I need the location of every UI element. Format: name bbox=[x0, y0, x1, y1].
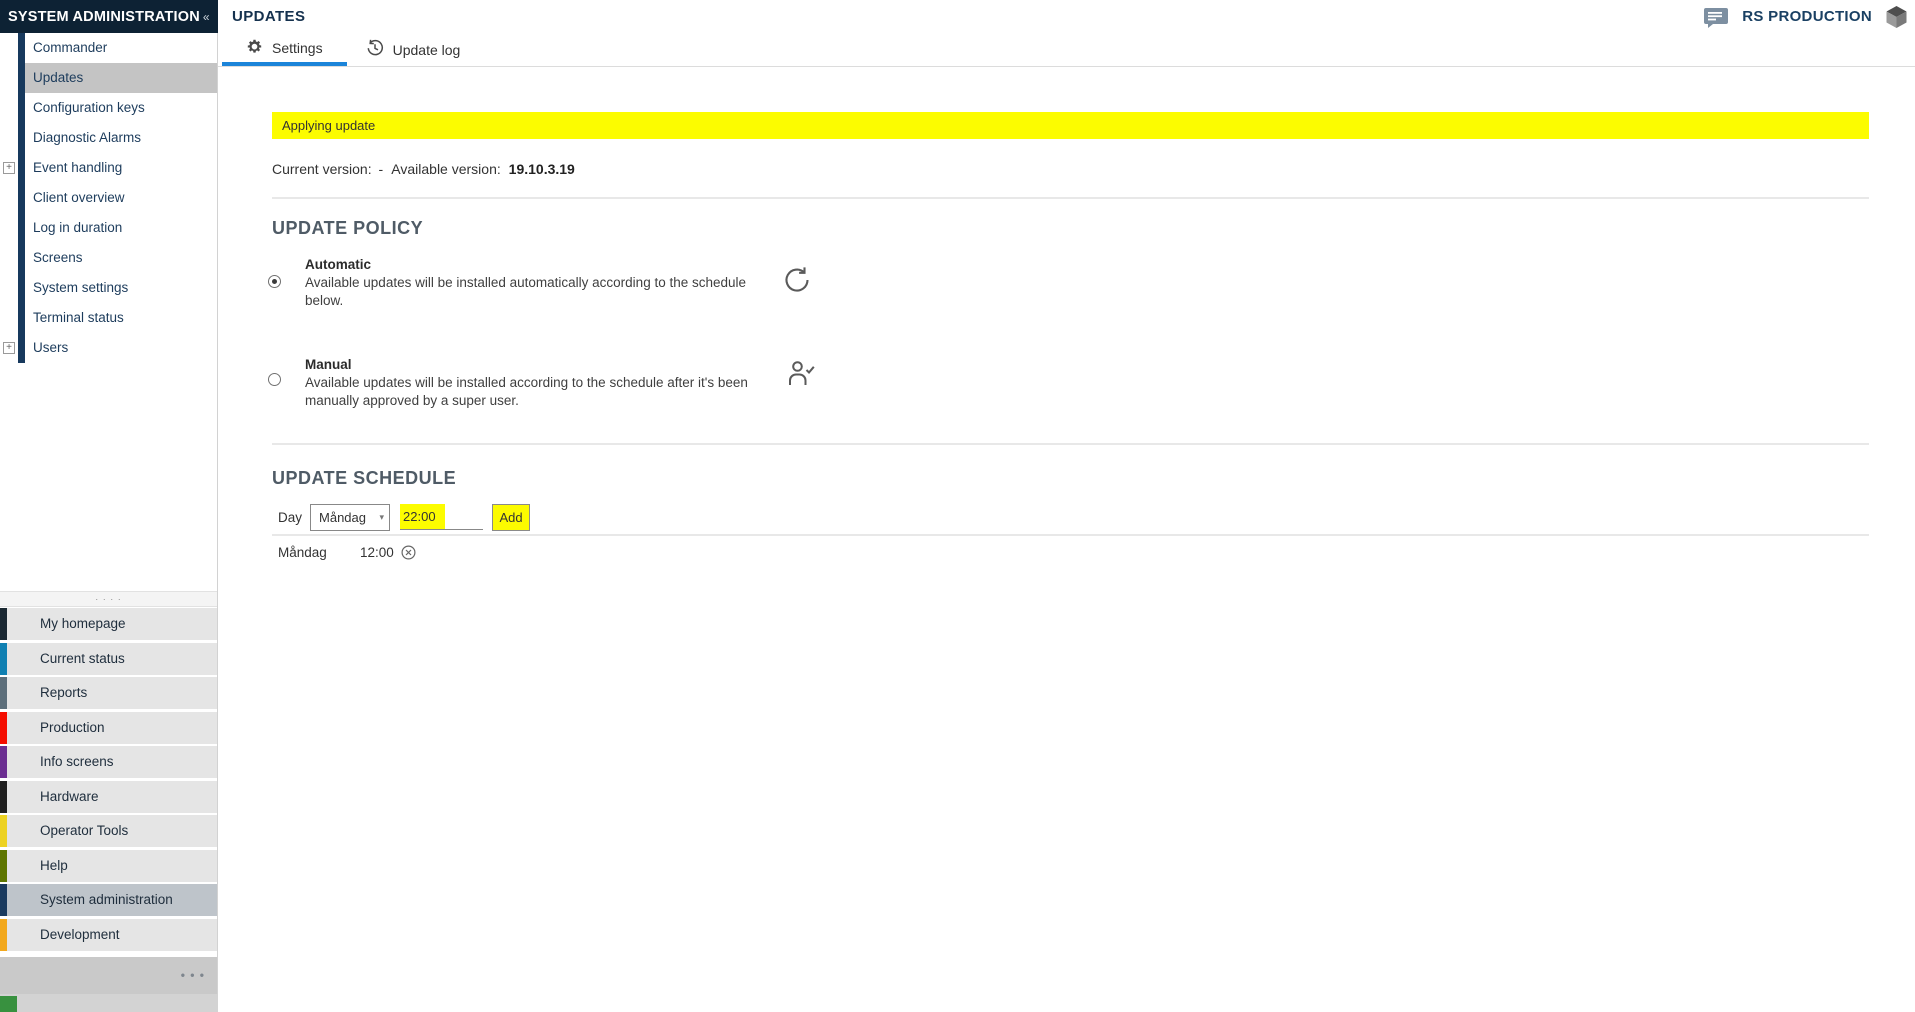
nav-item-my-homepage[interactable]: My homepage bbox=[0, 608, 217, 640]
schedule-entry-time: 12:00 bbox=[360, 545, 394, 560]
schedule-entry-row: Måndag 12:00 bbox=[278, 545, 1869, 560]
app-title: SYSTEM ADMINISTRATION bbox=[8, 9, 200, 25]
update-policy-heading: UPDATE POLICY bbox=[272, 216, 1869, 240]
sidebar-item-diagnostic-alarms[interactable]: Diagnostic Alarms bbox=[25, 123, 217, 153]
nav-item-info-screens[interactable]: Info screens bbox=[0, 746, 217, 778]
nav-overflow-dots[interactable]: • • • bbox=[0, 957, 217, 994]
divider bbox=[272, 443, 1869, 445]
tab-settings[interactable]: Settings bbox=[222, 33, 347, 66]
applying-update-banner: Applying update bbox=[272, 112, 1869, 139]
sidebar-item-screens[interactable]: Screens bbox=[25, 243, 217, 273]
sidebar-item-users[interactable]: Users bbox=[25, 333, 217, 363]
app-window: SYSTEM ADMINISTRATION « UPDATES RS PRODU… bbox=[0, 0, 1915, 1012]
nav-item-help[interactable]: Help bbox=[0, 850, 217, 882]
sidebar-item-event-handling[interactable]: Event handling bbox=[25, 153, 217, 183]
update-schedule-heading: UPDATE SCHEDULE bbox=[272, 466, 1869, 490]
manual-radio[interactable] bbox=[268, 373, 281, 386]
available-version-value: 19.10.3.19 bbox=[509, 161, 575, 177]
collapse-sidebar-icon[interactable]: « bbox=[203, 10, 210, 24]
divider bbox=[272, 197, 1869, 199]
policy-option-manual: Manual Available updates will be install… bbox=[268, 356, 1869, 410]
user-check-icon bbox=[785, 358, 815, 393]
gear-icon bbox=[246, 38, 263, 58]
manual-text: Manual Available updates will be install… bbox=[305, 356, 785, 410]
expander-icon-event-handling[interactable]: + bbox=[3, 162, 15, 174]
automatic-text: Automatic Available updates will be inst… bbox=[305, 256, 785, 310]
top-header-bar: SYSTEM ADMINISTRATION « UPDATES RS PRODU… bbox=[0, 0, 1915, 33]
current-version-label: Current version: bbox=[272, 161, 372, 177]
sidebar: Commander Updates Configuration keys Dia… bbox=[0, 33, 218, 994]
sidebar-item-configuration-keys[interactable]: Configuration keys bbox=[25, 93, 217, 123]
history-icon bbox=[366, 39, 384, 60]
automatic-description: Available updates will be installed auto… bbox=[305, 274, 785, 310]
sidebar-item-log-in-duration[interactable]: Log in duration bbox=[25, 213, 217, 243]
tab-update-log[interactable]: Update log bbox=[347, 33, 485, 66]
sidebar-menu: Commander Updates Configuration keys Dia… bbox=[25, 33, 217, 363]
chevron-down-icon: ▾ bbox=[379, 512, 384, 523]
module-nav: My homepage Current status Reports Produ… bbox=[0, 608, 217, 953]
sidebar-item-client-overview[interactable]: Client overview bbox=[25, 183, 217, 213]
manual-description: Available updates will be installed acco… bbox=[305, 374, 785, 410]
nav-item-current-status[interactable]: Current status bbox=[0, 643, 217, 675]
sidebar-item-system-settings[interactable]: System settings bbox=[25, 273, 217, 303]
settings-content: Applying update Current version: - Avail… bbox=[218, 112, 1915, 560]
time-input[interactable] bbox=[400, 504, 483, 530]
version-line: Current version: - Available version: 19… bbox=[272, 161, 1869, 177]
nav-item-reports[interactable]: Reports bbox=[0, 677, 217, 709]
day-select[interactable]: Måndag ▾ bbox=[310, 504, 390, 531]
connection-status-indicator bbox=[0, 996, 17, 1012]
automatic-title: Automatic bbox=[305, 256, 785, 273]
nav-item-development[interactable]: Development bbox=[0, 919, 217, 951]
available-version-label: Available version: bbox=[391, 161, 500, 177]
schedule-entry-day: Måndag bbox=[278, 545, 360, 560]
main-area: Settings Update log Applying update Curr… bbox=[218, 33, 1915, 1012]
nav-item-system-administration[interactable]: System administration bbox=[0, 884, 217, 916]
sidebar-splitter-handle[interactable]: · · · · bbox=[0, 591, 217, 607]
page-title: UPDATES bbox=[232, 8, 305, 25]
tab-bar: Settings Update log bbox=[218, 33, 1915, 67]
divider bbox=[272, 534, 1869, 536]
brand-name: RS PRODUCTION bbox=[1742, 8, 1872, 25]
cube-icon[interactable] bbox=[1885, 5, 1908, 29]
policy-option-automatic: Automatic Available updates will be inst… bbox=[268, 256, 1869, 310]
remove-entry-icon[interactable] bbox=[401, 545, 416, 560]
tab-settings-label: Settings bbox=[272, 40, 323, 56]
add-button[interactable]: Add bbox=[492, 504, 530, 531]
version-separator: - bbox=[378, 161, 383, 177]
topbar-actions: RS PRODUCTION bbox=[1703, 5, 1915, 29]
sidebar-item-commander[interactable]: Commander bbox=[25, 33, 217, 63]
day-select-value: Måndag bbox=[319, 510, 366, 525]
automatic-radio[interactable] bbox=[268, 275, 281, 288]
expander-icon-users[interactable]: + bbox=[3, 342, 15, 354]
sidebar-item-terminal-status[interactable]: Terminal status bbox=[25, 303, 217, 333]
schedule-form-row: Day Måndag ▾ Add bbox=[278, 503, 1869, 531]
sidebar-accent-bar bbox=[18, 33, 25, 363]
app-title-block[interactable]: SYSTEM ADMINISTRATION « bbox=[0, 0, 218, 33]
refresh-icon bbox=[781, 264, 813, 301]
chat-icon[interactable] bbox=[1703, 6, 1729, 28]
nav-item-operator-tools[interactable]: Operator Tools bbox=[0, 815, 217, 847]
day-label: Day bbox=[278, 510, 302, 525]
tab-update-log-label: Update log bbox=[393, 42, 461, 58]
sidebar-item-updates[interactable]: Updates bbox=[25, 63, 217, 93]
nav-item-hardware[interactable]: Hardware bbox=[0, 781, 217, 813]
manual-title: Manual bbox=[305, 356, 785, 373]
nav-item-production[interactable]: Production bbox=[0, 712, 217, 744]
